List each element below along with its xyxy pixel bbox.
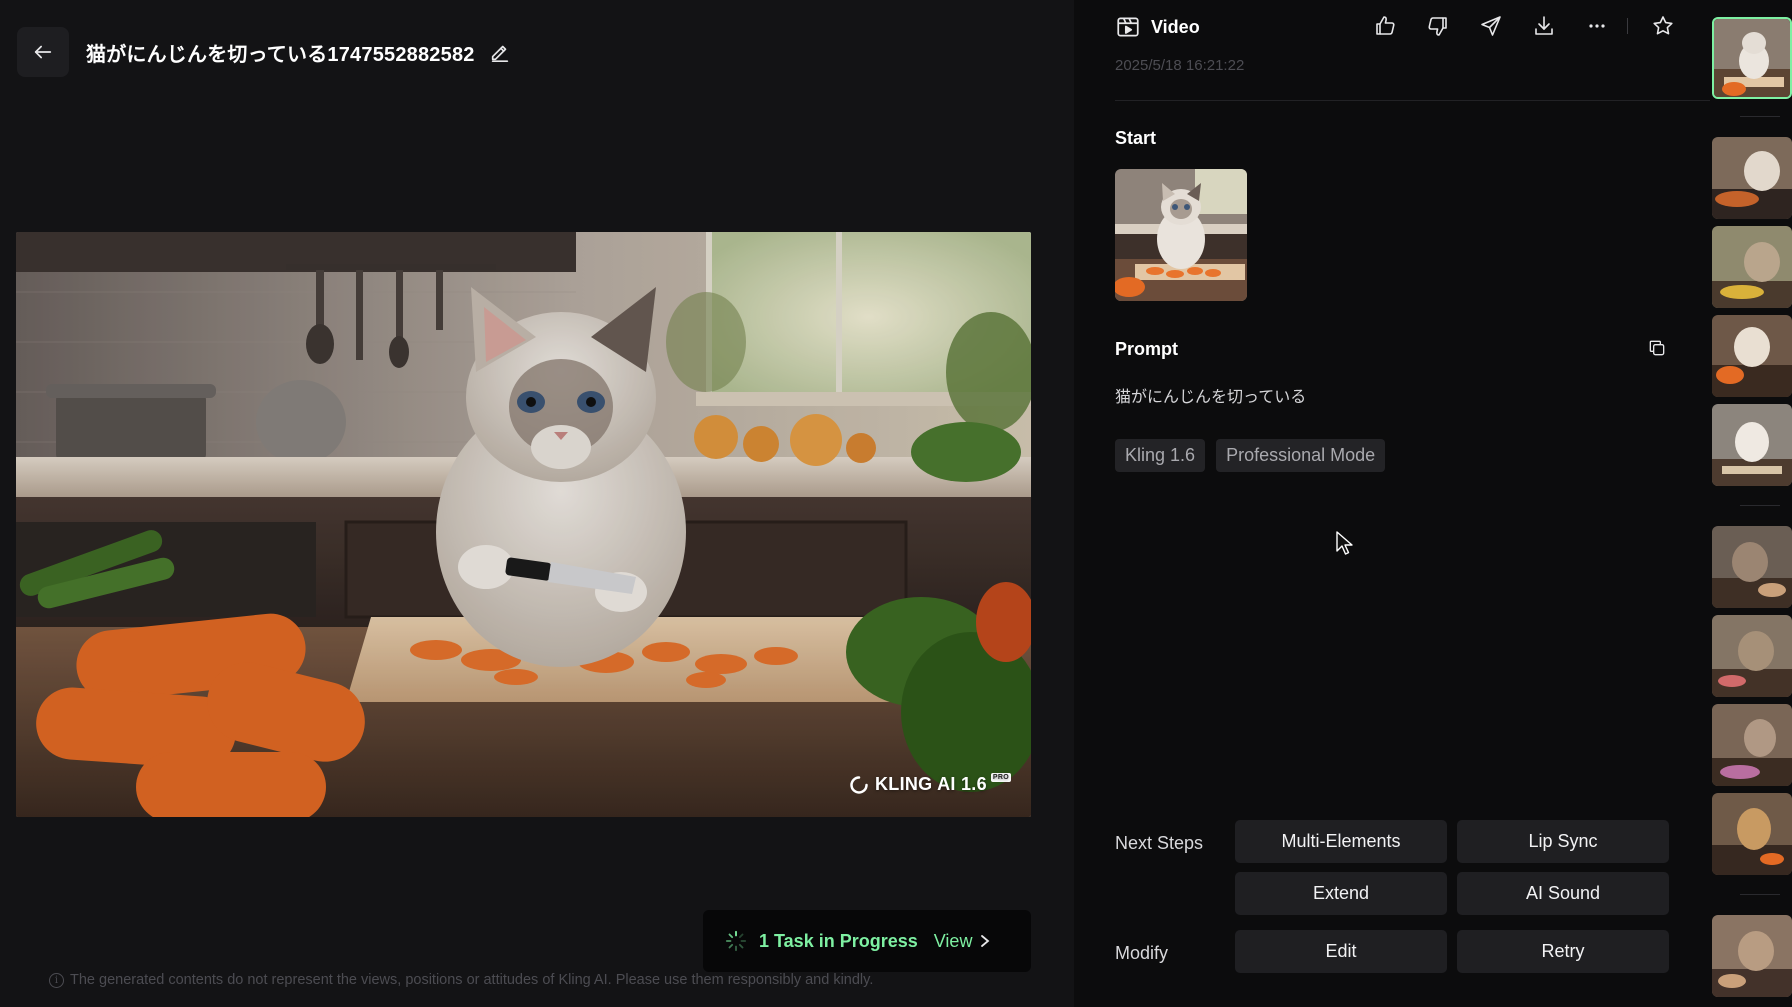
loading-spinner-icon bbox=[725, 930, 747, 952]
history-thumbnail[interactable] bbox=[1712, 137, 1792, 219]
pencil-icon bbox=[491, 45, 508, 62]
content-type: Video bbox=[1115, 14, 1200, 40]
title-row: 猫がにんじんを切っている1747552882582 bbox=[86, 38, 511, 66]
task-view-label: View bbox=[933, 930, 973, 951]
dislike-button[interactable] bbox=[1411, 14, 1464, 38]
multi-elements-button[interactable]: Multi-Elements bbox=[1235, 820, 1447, 863]
header-divider bbox=[1627, 18, 1628, 34]
task-progress-toast: 1 Task in Progress View bbox=[703, 910, 1031, 972]
rail-divider bbox=[1740, 505, 1780, 506]
thumbs-up-icon bbox=[1375, 16, 1395, 35]
disclaimer-text: The generated contents do not represent … bbox=[70, 972, 874, 988]
more-icon bbox=[1588, 24, 1605, 28]
divider bbox=[1115, 100, 1743, 101]
history-thumbnail[interactable] bbox=[1712, 915, 1792, 997]
copy-icon bbox=[1649, 340, 1665, 356]
download-button[interactable] bbox=[1517, 14, 1570, 38]
video-player[interactable]: KLING AI 1.6 PRO bbox=[16, 232, 1031, 817]
task-view-link[interactable]: View bbox=[934, 931, 991, 952]
download-icon bbox=[1534, 16, 1553, 35]
favorite-button[interactable] bbox=[1636, 14, 1689, 38]
star-icon bbox=[1652, 16, 1673, 35]
mouse-cursor-icon bbox=[1336, 531, 1353, 555]
history-thumbnail-rail bbox=[1710, 0, 1792, 1007]
retry-button[interactable]: Retry bbox=[1457, 930, 1669, 973]
prompt-section-title: Prompt bbox=[1115, 339, 1178, 359]
back-button[interactable] bbox=[17, 27, 69, 77]
lip-sync-button[interactable]: Lip Sync bbox=[1457, 820, 1669, 863]
info-icon: i bbox=[49, 972, 64, 988]
watermark-badge: PRO bbox=[990, 773, 1011, 782]
edit-title-button[interactable] bbox=[489, 41, 511, 63]
header-actions bbox=[1358, 14, 1689, 38]
more-button[interactable] bbox=[1570, 14, 1623, 38]
timestamp: 2025/5/18 16:21:22 bbox=[1115, 57, 1245, 74]
thumbs-down-icon bbox=[1427, 17, 1447, 36]
arrow-left-icon bbox=[34, 45, 52, 59]
history-thumbnail[interactable] bbox=[1712, 404, 1792, 486]
history-thumbnail[interactable] bbox=[1712, 526, 1792, 608]
history-thumbnail[interactable] bbox=[1712, 315, 1792, 397]
panel-header: Video bbox=[1115, 12, 1743, 42]
edit-button[interactable]: Edit bbox=[1235, 930, 1447, 973]
copy-prompt-button[interactable] bbox=[1647, 338, 1667, 363]
mode-tag: Professional Mode bbox=[1216, 439, 1386, 472]
watermark-text: KLING AI 1.6 bbox=[874, 774, 987, 794]
disclaimer: i The generated contents do not represen… bbox=[49, 972, 873, 988]
extend-button[interactable]: Extend bbox=[1235, 872, 1447, 915]
page-title: 猫がにんじんを切っている1747552882582 bbox=[86, 43, 475, 66]
send-icon bbox=[1480, 16, 1501, 36]
chevron-right-icon bbox=[981, 935, 990, 947]
like-button[interactable] bbox=[1358, 14, 1411, 38]
left-pane: 猫がにんじんを切っている1747552882582 KLING AI 1.6 P… bbox=[0, 0, 1074, 1007]
model-tags: Kling 1.6 Professional Mode bbox=[1115, 439, 1386, 472]
app-root: 猫がにんじんを切っている1747552882582 KLING AI 1.6 P… bbox=[0, 0, 1792, 1007]
video-clapper-icon bbox=[1117, 17, 1139, 37]
rail-divider bbox=[1740, 116, 1780, 117]
start-frame-thumbnail[interactable] bbox=[1115, 169, 1247, 301]
video-frame-image bbox=[16, 232, 1031, 817]
kling-logo-icon bbox=[850, 775, 868, 794]
next-steps-label: Next Steps bbox=[1115, 833, 1204, 853]
rail-divider bbox=[1740, 894, 1780, 895]
history-thumbnail[interactable] bbox=[1712, 615, 1792, 697]
history-thumbnail[interactable] bbox=[1712, 704, 1792, 786]
start-section-title: Start bbox=[1115, 128, 1157, 148]
history-thumbnail[interactable] bbox=[1712, 793, 1792, 875]
model-version-tag: Kling 1.6 bbox=[1115, 439, 1206, 472]
kling-watermark: KLING AI 1.6 PRO bbox=[849, 773, 1011, 795]
content-type-label: Video bbox=[1151, 16, 1200, 37]
history-thumbnail[interactable] bbox=[1712, 226, 1792, 308]
ai-sound-button[interactable]: AI Sound bbox=[1457, 872, 1669, 915]
modify-label: Modify bbox=[1115, 943, 1169, 963]
details-panel: Video 2025/5/18 16:21:22 Start Prompt 猫が… bbox=[1074, 0, 1743, 1007]
task-progress-text: 1 Task in Progress bbox=[759, 930, 918, 951]
history-thumbnail[interactable] bbox=[1712, 17, 1792, 99]
prompt-text: 猫がにんじんを切っている bbox=[1115, 389, 1307, 406]
start-frame-image bbox=[1115, 169, 1247, 301]
share-button[interactable] bbox=[1464, 14, 1517, 38]
